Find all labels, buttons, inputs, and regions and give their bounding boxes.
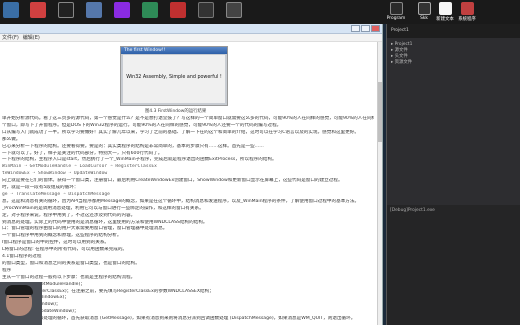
scrollbar-thumb[interactable] [378, 82, 382, 142]
ide-window: Project1 ▸ Project1 ▸ 源文件 ▸ 头文件 ▸ 资源文件 [… [386, 24, 520, 325]
text-line: 口从编写入门就成功了一半。所以学习要做好！其实了解几年以来，学习了之前的基础、了… [2, 129, 359, 135]
text-line: 注册窗口类 (RegisterClassEx)；在注册之前，要先填写Regist… [2, 288, 214, 294]
output-panel: [Debug]Project1.exe [387, 205, 520, 325]
text-line: ge ➝ TranslateMessage ➝ DispatchMessage [2, 191, 110, 197]
figure-window-text: Win32 Assembly, Simple and powerful ! [123, 55, 225, 103]
window-titlebar [0, 24, 382, 34]
text-line: 时，就是一段一段有5段组成的循环： [2, 185, 79, 190]
desktop-icon[interactable]: 系统程序 [456, 2, 478, 22]
text-line: 刷新窗口客户区 (UpdateWindow)； [2, 309, 79, 315]
text-line: L将窗口的过程: 在程序中的所有代码，可以用函数来完成的。 [2, 247, 128, 253]
figure-caption: 图4.3 FirstWindow的运行结果 [145, 109, 207, 114]
text-line: 入无限的消息获取和处理的循环，首先获取消息 (GetMessage)，如果有消息… [2, 316, 356, 322]
webcam-overlay [0, 282, 42, 325]
text-line: _ProcWinMain的是调用消息处理，利用它可以与窗口进行一些绑定的操作，和… [2, 205, 204, 211]
text-line: 程序 [2, 267, 12, 273]
text-line: 建立窗口 (CreateWindowEx)； [2, 295, 70, 301]
text-line: 息，这是和消息有关的循环，因为API当程序都用Message的概念，如果是在这个… [2, 198, 360, 204]
app-icon[interactable] [170, 2, 186, 18]
text-line: 向上就是要在它们的窗体。获得一个窗口类，注册窗口，最后利用CreateWindo… [2, 178, 343, 184]
menu-file[interactable]: 文件(F) [2, 34, 19, 41]
document-window: 文件(F) 编辑(E) The first Window!! Win32 Ass… [0, 24, 383, 325]
maximize-button[interactable] [361, 25, 370, 32]
text-line: 的窗口类型，窗口和消息之间的关系是窗口类型，也是窗口的结构。 [2, 260, 140, 266]
figure-window-screenshot: The first Window!! Win32 Assembly, Simpl… [120, 46, 228, 106]
desktop-icon[interactable]: Skk [413, 2, 435, 21]
app-icon[interactable] [58, 2, 74, 18]
text-line: 显示窗口 (ShowWindow)； [2, 302, 374, 307]
presenter-glasses [9, 297, 29, 301]
text-line: I窗口程序是窗口的中的控件，这时可以用到的关系。 [2, 240, 110, 246]
presenter-hair [5, 285, 33, 295]
text-line: 定，对于程序来说，程序中用到了，不过这还涉及到代码的内容。 [2, 212, 136, 218]
text-line: 4.1窗口程序的过程 [2, 254, 42, 259]
desktop-icon[interactable]: 新建文本 [434, 2, 456, 22]
desktop-icon-label: 系统程序 [458, 17, 476, 22]
app-icon[interactable] [3, 2, 19, 18]
tree-item[interactable]: ▸ 资源文件 [391, 60, 516, 66]
close-button[interactable] [371, 25, 380, 32]
text-line: 主从一个窗口的过程一般有以下步骤：也就是主程序的结构流程。 [2, 274, 136, 280]
app-icon[interactable] [142, 2, 158, 18]
text-line: 一个窗口程序中用到的概念和原理，这些程序的结构分析。 [2, 233, 122, 239]
text-line: 已心来分析一下程序的结构。还要看得要。要是的：其实类程序的结构是非常简单的，基本… [2, 143, 264, 149]
text-line: WinMain ➝ GetModuleHandle ➝ LoadCursor ➝… [2, 164, 157, 170]
app-icon[interactable] [226, 2, 242, 18]
output-text: [Debug]Project1.exe [390, 208, 435, 213]
ide-title: Project1 [387, 24, 520, 38]
desktop-icon-label: Program [386, 16, 406, 21]
document-page[interactable]: The first Window!! Win32 Assembly, Simpl… [0, 42, 378, 325]
text-line: 到消息的处理。实际上的代码中使用的是消息循环，这里使用的方法和使用WNDCLAS… [2, 219, 208, 225]
app-icon[interactable] [198, 2, 214, 18]
text-line: 那么做。 [2, 136, 21, 142]
menu-bar: 文件(F) 编辑(E) [0, 34, 382, 42]
text-line: 个窗口，即写下了开窗程序。但是DOS下的Win32程序的运行。可能90%的人在同… [2, 122, 282, 128]
desktop-icon-label: 新建文本 [436, 17, 454, 22]
figure-window-title: The first Window!! [121, 47, 227, 54]
menu-edit[interactable]: 编辑(E) [23, 34, 40, 41]
solution-tree[interactable]: ▸ Project1 ▸ 源文件 ▸ 头文件 ▸ 资源文件 [387, 38, 520, 70]
vertical-scrollbar[interactable] [377, 42, 382, 325]
text-line: teWindowEx ➝ ShowWindow ➝ UpdateWindow [2, 171, 108, 177]
app-icon[interactable] [30, 2, 46, 18]
text-line: 一下程序的结构，主程序入口是start，然后执行了一个_WinMain子程序，完… [2, 157, 277, 163]
text-line: 单开始分析源代码。看了这三页多的源代码，第一个感觉是什么？是不是想打退堂鼓了？写… [2, 116, 374, 121]
app-icon[interactable] [114, 2, 130, 18]
text-line: 应用程序的句柄 (GetModuleHandle)； [2, 281, 85, 287]
app-icon[interactable] [86, 2, 102, 18]
desktop-icon-label: Skk [420, 16, 428, 21]
text-line: 口：窗口管理的程序由窗口的用户大家需要用窗口管理，窗口管理器中处理消息。 [2, 226, 168, 232]
desktop-icon[interactable]: Program [385, 2, 407, 21]
minimize-button[interactable] [351, 25, 360, 32]
text-line: 一下就可以了。好了，样子是关注的代码部分，特别大一，只有600行代码了。 [2, 150, 163, 156]
